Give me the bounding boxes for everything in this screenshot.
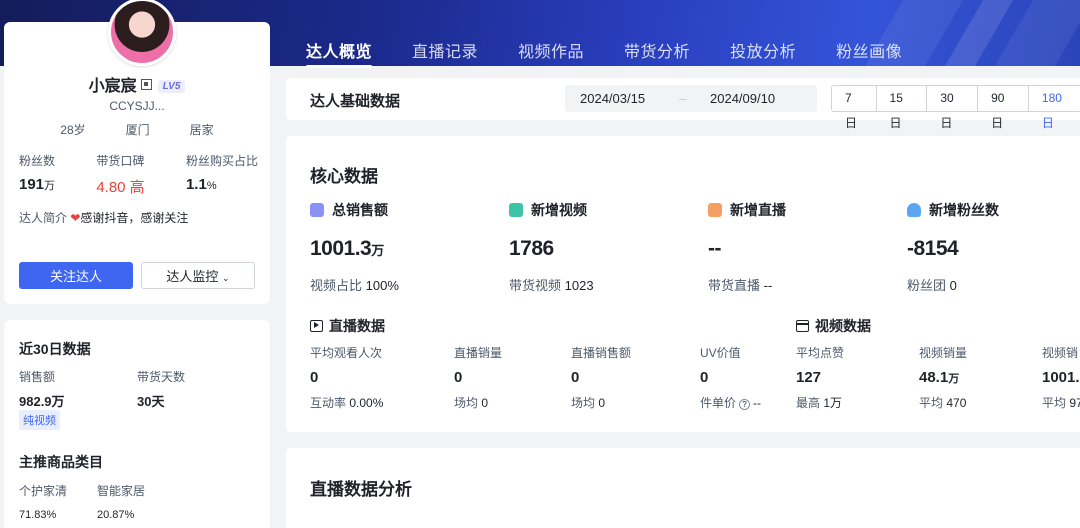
profile-intro: 达人简介 ❤感谢抖音，感谢关注 (19, 209, 188, 226)
stat-value: 191万 (19, 176, 56, 193)
metric-value: 1786 (509, 237, 554, 260)
video-icon (509, 203, 523, 217)
metric-label: 总销售额 (332, 202, 388, 218)
range-30d[interactable]: 30日 (927, 85, 979, 130)
profile-name-row: 小宸宸 LV5 (4, 72, 270, 96)
metric-new-fans: 新增粉丝数 -8154 粉丝团 0 (907, 200, 1080, 294)
video-calendar-icon (796, 320, 809, 332)
metric-new-live: 新增直播 -- 带货直播 -- (708, 200, 898, 294)
category-item: 个护家清 71.83% (19, 482, 67, 521)
live-data-heading: 直播数据 (310, 316, 385, 336)
profile-city: 厦门 (125, 123, 150, 137)
metric-value: -8154 (907, 237, 959, 260)
date-range-picker[interactable]: 2024/03/15 – 2024/09/10 (565, 85, 817, 112)
user-icon (907, 203, 921, 217)
category-item: 智能家居 20.87% (97, 482, 145, 521)
range-90d[interactable]: 90日 (978, 85, 1029, 130)
stat-value: 1.1% (185, 176, 217, 193)
stat-label: 粉丝购买占比 (185, 154, 258, 168)
range-selector: 7日 15日 30日 90日 180日 (831, 85, 1080, 130)
metric-value: -- (708, 237, 722, 260)
stat-fans: 粉丝数 191万 (19, 152, 55, 197)
level-badge: LV5 (157, 80, 186, 93)
metric-label: 新增粉丝数 (929, 202, 999, 218)
live-cell: UV价值 0 件单价? -- (700, 346, 762, 410)
tab-overview[interactable]: 达人概览 (306, 38, 373, 68)
profile-card: 小宸宸 LV5 CCYSJJ... 28岁 厦门 居家 粉丝数 191万 带货口碑… (4, 0, 270, 304)
recent-title: 近30日数据 (19, 341, 91, 357)
tab-sales-analysis[interactable]: 带货分析 (624, 38, 690, 66)
video-data-heading: 视频数据 (796, 316, 871, 336)
basic-data-title: 达人基础数据 (310, 93, 401, 110)
category-title: 主推商品类目 (19, 454, 103, 470)
end-date[interactable]: 2024/09/10 (710, 91, 775, 106)
metric-new-videos: 新增视频 1786 带货视频 1023 (509, 200, 699, 294)
live-cell: 直播销售额 0 场均 0 (571, 346, 632, 410)
live-icon (708, 203, 722, 217)
live-cell: 平均观看人次 0 互动率 0.00% (310, 346, 384, 410)
recent-sales-label: 销售额 (19, 370, 56, 384)
metric-sub: 带货视频 1023 (509, 278, 594, 293)
core-data-title: 核心数据 (310, 167, 378, 186)
stat-value: 4.80 高 (96, 179, 145, 196)
intro-label: 达人简介 (19, 211, 68, 225)
live-analysis-title: 直播数据分析 (310, 480, 412, 499)
tab-live-records[interactable]: 直播记录 (412, 38, 478, 66)
start-date[interactable]: 2024/03/15 (580, 91, 645, 106)
range-15d[interactable]: 15日 (876, 85, 928, 130)
core-data-card: 核心数据 总销售额 1001.3万 视频占比 100% 新增视频 1786 带货… (286, 136, 1080, 432)
stat-label: 粉丝数 (19, 154, 56, 168)
stat-label: 带货口碑 (96, 154, 145, 168)
metric-sub: 带货直播 -- (708, 278, 773, 293)
tab-fan-profile[interactable]: 粉丝画像 (836, 38, 902, 66)
help-icon[interactable]: ? (739, 399, 751, 410)
avatar[interactable] (108, 0, 176, 66)
recent-days: 带货天数 30天 (137, 368, 185, 410)
qr-code-icon[interactable] (140, 79, 152, 90)
date-separator: – (679, 91, 687, 106)
chevron-down-icon: ⌄ (222, 273, 230, 283)
profile-handle: CCYSJJ... (109, 99, 165, 113)
recent-card: 近30日数据 销售额 982.9万 带货天数 30天 纯视频 主推商品类目 个护… (4, 320, 270, 528)
tab-ads-analysis[interactable]: 投放分析 (730, 38, 796, 66)
metric-sub: 粉丝团 0 (907, 278, 957, 293)
stat-reputation: 带货口碑 4.80 高 (96, 152, 144, 197)
live-analysis-card: 直播数据分析 (286, 448, 1080, 528)
monitor-button[interactable]: 达人监控 ⌄ (141, 262, 255, 289)
profile-category: 居家 (189, 123, 214, 137)
metric-label: 新增直播 (730, 202, 786, 218)
play-icon (310, 320, 323, 332)
metric-label: 新增视频 (531, 202, 587, 218)
nav-tabs: 达人概览 直播记录 视频作品 带货分析 投放分析 粉丝画像 (306, 38, 942, 68)
profile-meta: 28岁 厦门 居家 (4, 121, 270, 138)
recent-days-value: 30天 (137, 394, 165, 409)
recent-sales: 销售额 982.9万 (19, 368, 65, 410)
range-7d[interactable]: 7日 (831, 85, 877, 130)
profile-stats: 粉丝数 191万 带货口碑 4.80 高 粉丝购买占比 1.1% (19, 152, 258, 197)
metric-total-sales: 总销售额 1001.3万 视频占比 100% (310, 200, 500, 294)
category-pct: 71.83% (19, 509, 57, 521)
profile-age: 28岁 (60, 123, 86, 137)
sales-icon (310, 203, 324, 217)
tab-videos[interactable]: 视频作品 (518, 38, 584, 66)
recent-sales-value: 982.9万 (19, 394, 65, 409)
category-name: 智能家居 (97, 484, 146, 498)
heart-icon: ❤ (70, 211, 81, 225)
metric-sub: 视频占比 100% (310, 278, 399, 293)
profile-name: 小宸宸 (88, 78, 137, 95)
metric-value: 1001.3万 (310, 237, 384, 260)
stat-fan-purchase: 粉丝购买占比 1.1% (186, 152, 258, 197)
category-pct: 20.87% (97, 509, 135, 521)
category-name: 个护家清 (19, 484, 68, 498)
recent-days-label: 带货天数 (137, 370, 186, 384)
live-cell: 直播销量 0 场均 0 (454, 346, 503, 410)
video-cell: 视频销量 48.1万 平均 470 (919, 346, 968, 410)
pure-video-tag: 纯视频 (19, 410, 60, 430)
date-bar: 达人基础数据 2024/03/15 – 2024/09/10 7日 15日 30… (286, 78, 1080, 130)
intro-text: 感谢抖音，感谢关注 (80, 211, 189, 225)
range-180d[interactable]: 180日 (1028, 85, 1080, 130)
video-cell: 平均点赞 127 最高 1万 (796, 346, 845, 410)
follow-button[interactable]: 关注达人 (19, 262, 133, 289)
video-cell: 视频销 1001.3 平均 97 (1042, 346, 1080, 410)
